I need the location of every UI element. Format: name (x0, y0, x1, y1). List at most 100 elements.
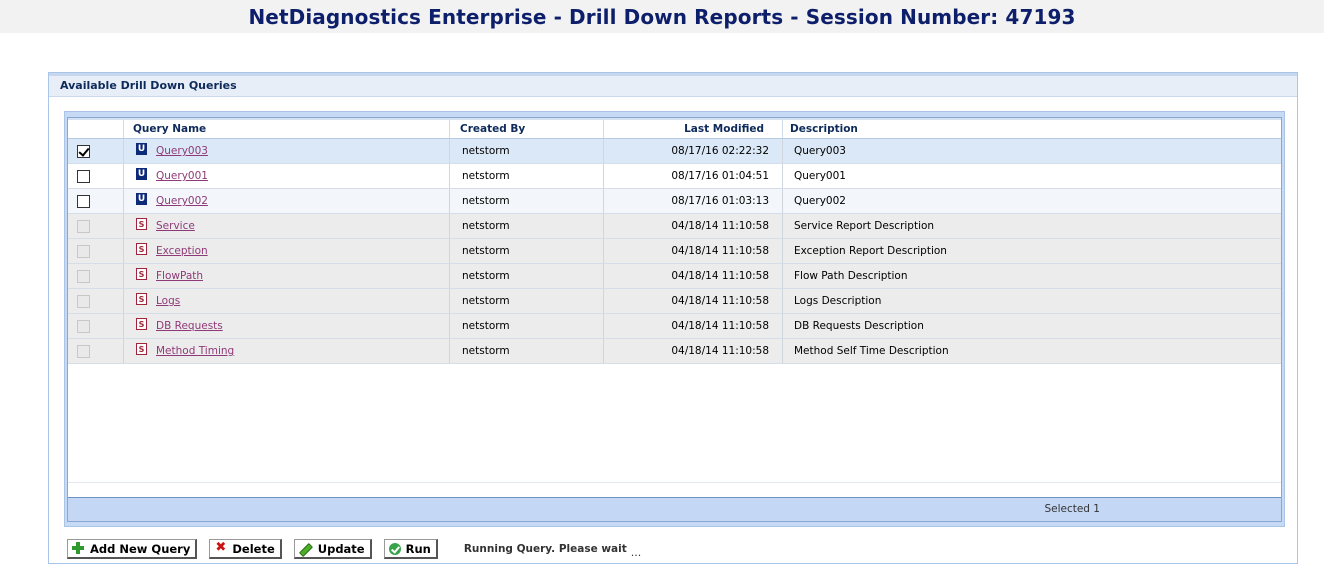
run-label: Run (405, 541, 431, 556)
user-query-icon: U (136, 193, 147, 205)
system-query-icon: S (136, 293, 147, 305)
description-cell: Query001 (794, 170, 846, 182)
queries-grid: Query Name Created By Last Modified Desc… (67, 117, 1282, 522)
add-new-query-button[interactable]: Add New Query (67, 539, 198, 559)
description-cell: Service Report Description (794, 220, 935, 232)
created-by-cell: netstorm (450, 339, 604, 363)
user-query-icon: U (136, 168, 147, 180)
query-link[interactable]: Query003 (156, 145, 208, 157)
row-checkbox (77, 245, 90, 258)
row-checkbox-cell (68, 214, 124, 238)
query-link[interactable]: Service (156, 220, 195, 232)
queries-grid-frame: Query Name Created By Last Modified Desc… (64, 111, 1285, 527)
created-by-cell: netstorm (450, 239, 604, 263)
query-link[interactable]: FlowPath (156, 270, 203, 282)
description-cell: Query003 (794, 145, 846, 157)
query-name-cell: S Exception (124, 239, 450, 263)
check-circle-icon (388, 542, 401, 555)
query-name-cell: S Logs (124, 289, 450, 313)
plus-icon (72, 542, 85, 555)
user-query-icon: U (136, 143, 147, 155)
query-link[interactable]: Method Timing (156, 345, 234, 357)
row-checkbox-cell (68, 239, 124, 263)
update-label: Update (317, 541, 365, 556)
grid-rows: U Query003 netstorm 08/17/16 02:22:32 Query0… (68, 139, 1281, 364)
query-name-cell: S DB Requests (124, 314, 450, 338)
created-by-cell: netstorm (450, 214, 604, 238)
system-query-icon: S (136, 343, 147, 355)
description-cell: Exception Report Description (794, 245, 947, 257)
app-header: NetDiagnostics Enterprise - Drill Down R… (0, 0, 1324, 33)
row-checkbox-cell (68, 189, 124, 213)
description-cell: Logs Description (794, 295, 882, 307)
system-query-icon: S (136, 218, 147, 230)
table-row[interactable]: U Query002 netstorm 08/17/16 01:03:13 Query0… (68, 189, 1281, 214)
query-link[interactable]: Query001 (156, 170, 208, 182)
status-dots: ... (630, 545, 642, 559)
grid-separator (68, 482, 1281, 483)
table-row[interactable]: S Method Timing netstorm 04/18/14 11:10:58 M… (68, 339, 1281, 364)
query-link[interactable]: Logs (156, 295, 180, 307)
last-modified-cell: 04/18/14 11:10:58 (604, 214, 783, 238)
table-row[interactable]: U Query003 netstorm 08/17/16 02:22:32 Query0… (68, 139, 1281, 164)
query-name-cell: U Query003 (124, 139, 450, 163)
page-title: NetDiagnostics Enterprise - Drill Down R… (248, 5, 1076, 29)
query-name-cell: S FlowPath (124, 264, 450, 288)
description-cell: Flow Path Description (794, 270, 908, 282)
description-cell: DB Requests Description (794, 320, 924, 332)
x-icon: ✖ (215, 540, 227, 555)
row-checkbox-cell (68, 339, 124, 363)
header-created-by[interactable]: Created By (450, 118, 604, 138)
last-modified-cell: 04/18/14 11:10:58 (604, 289, 783, 313)
row-checkbox-cell (68, 139, 124, 163)
description-cell: Method Self Time Description (794, 345, 949, 357)
run-button[interactable]: Run (383, 539, 438, 559)
delete-button[interactable]: ✖ Delete (209, 539, 282, 559)
table-row[interactable]: S DB Requests netstorm 04/18/14 11:10:58 DB … (68, 314, 1281, 339)
row-checkbox (77, 320, 90, 333)
row-checkbox-cell (68, 164, 124, 188)
row-checkbox-cell (68, 264, 124, 288)
status-message: Running Query. Please wait (463, 543, 627, 555)
header-query-name[interactable]: Query Name (124, 118, 450, 138)
created-by-cell: netstorm (450, 164, 604, 188)
created-by-cell: netstorm (450, 314, 604, 338)
grid-footer: Selected 1 (68, 497, 1281, 521)
add-new-query-label: Add New Query (90, 541, 191, 556)
last-modified-cell: 04/18/14 11:10:58 (604, 339, 783, 363)
header-checkbox-column (68, 118, 124, 138)
query-name-cell: U Query001 (124, 164, 450, 188)
row-checkbox (77, 220, 90, 233)
system-query-icon: S (136, 318, 147, 330)
table-row[interactable]: S Logs netstorm 04/18/14 11:10:58 Logs Descr… (68, 289, 1281, 314)
header-last-modified[interactable]: Last Modified (604, 118, 783, 138)
row-checkbox (77, 270, 90, 283)
query-link[interactable]: DB Requests (156, 320, 223, 332)
system-query-icon: S (136, 268, 147, 280)
row-checkbox[interactable] (77, 170, 90, 183)
last-modified-cell: 04/18/14 11:10:58 (604, 239, 783, 263)
pencil-icon (298, 542, 313, 557)
created-by-cell: netstorm (450, 264, 604, 288)
row-checkbox[interactable] (77, 145, 90, 158)
table-row[interactable]: S FlowPath netstorm 04/18/14 11:10:58 Flow P… (68, 264, 1281, 289)
update-button[interactable]: Update (293, 539, 372, 559)
last-modified-cell: 04/18/14 11:10:58 (604, 264, 783, 288)
query-link[interactable]: Exception (156, 245, 208, 257)
query-name-cell: U Query002 (124, 189, 450, 213)
last-modified-cell: 08/17/16 01:03:13 (604, 189, 783, 213)
description-cell: Query002 (794, 195, 846, 207)
system-query-icon: S (136, 243, 147, 255)
delete-label: Delete (232, 541, 275, 556)
table-row[interactable]: S Service netstorm 04/18/14 11:10:58 Service… (68, 214, 1281, 239)
header-description[interactable]: Description (783, 118, 1281, 138)
row-checkbox (77, 345, 90, 358)
row-checkbox-cell (68, 289, 124, 313)
drill-down-panel: Available Drill Down Queries Query Name … (48, 72, 1298, 564)
table-row[interactable]: U Query001 netstorm 08/17/16 01:04:51 Query0… (68, 164, 1281, 189)
selection-count: Selected 1 (1044, 503, 1100, 515)
query-link[interactable]: Query002 (156, 195, 208, 207)
table-row[interactable]: S Exception netstorm 04/18/14 11:10:58 Excep… (68, 239, 1281, 264)
panel-title: Available Drill Down Queries (49, 73, 1297, 97)
row-checkbox[interactable] (77, 195, 90, 208)
